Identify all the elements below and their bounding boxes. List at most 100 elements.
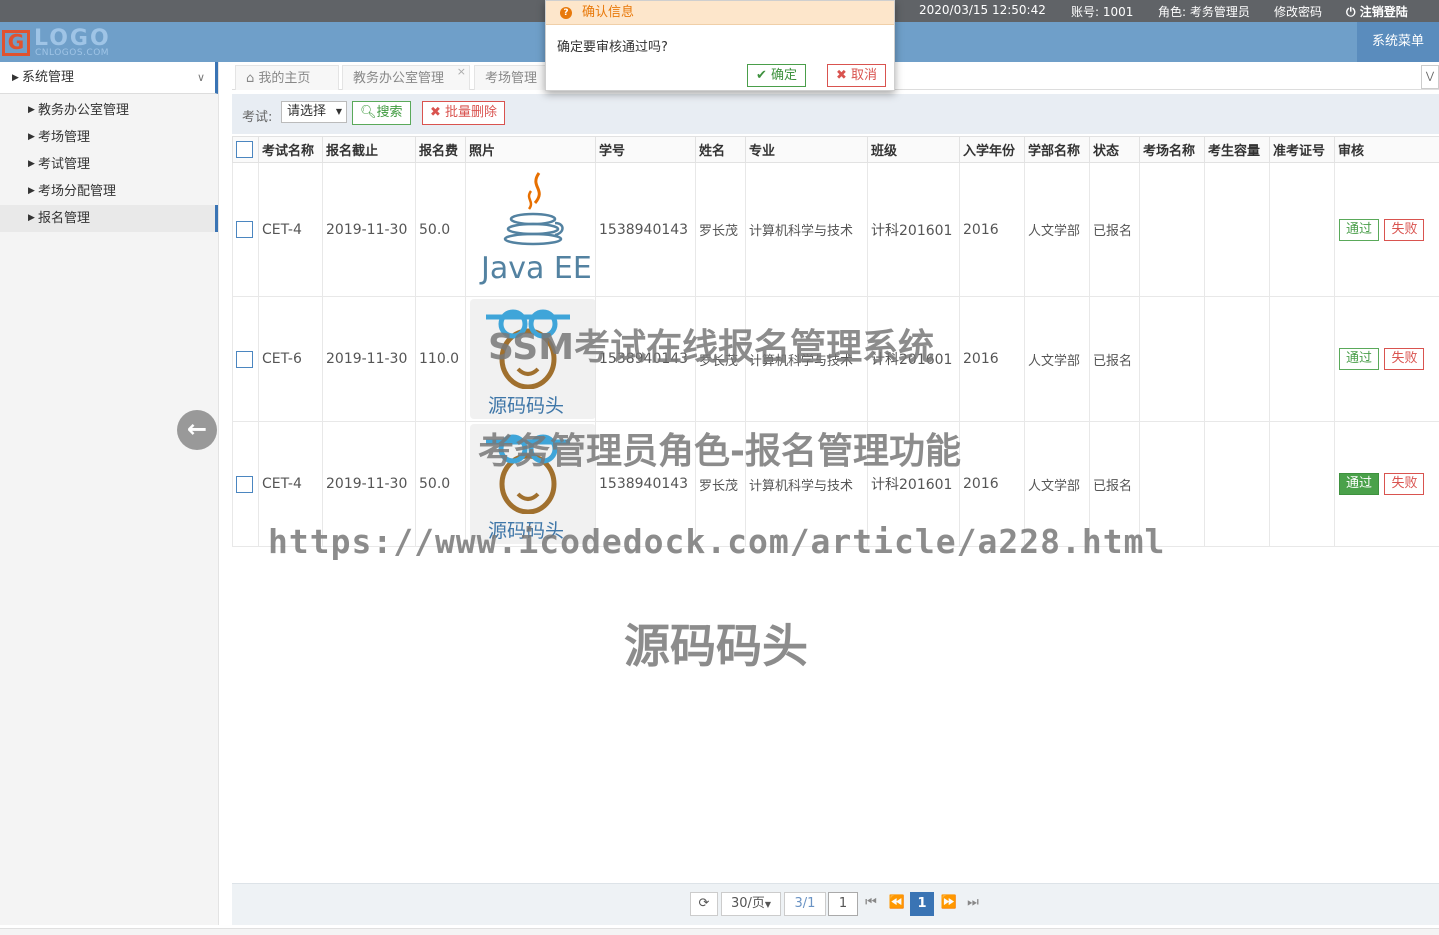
sidebar-item-registration[interactable]: ▶ 报名管理 bbox=[0, 205, 218, 232]
sidebar-item-room-allocation[interactable]: ▶ 考场分配管理 bbox=[0, 178, 218, 205]
column-header[interactable]: 考场名称 bbox=[1139, 136, 1205, 163]
fail-button[interactable]: 失败 bbox=[1384, 473, 1425, 495]
column-header[interactable]: 状态 bbox=[1089, 136, 1140, 163]
tab-menu-button[interactable]: ⋁ bbox=[1421, 65, 1439, 89]
prev-page-icon[interactable]: ⏪ bbox=[886, 892, 908, 916]
dialog-title: 确认信息 bbox=[582, 5, 635, 20]
caret-right-icon: ▶ bbox=[28, 105, 35, 115]
room-cell bbox=[1139, 421, 1205, 547]
first-page-icon[interactable]: ⏮ bbox=[860, 892, 882, 916]
select-all-cell bbox=[232, 136, 259, 163]
column-header[interactable]: 审核 bbox=[1334, 136, 1439, 163]
x-icon: ✖ bbox=[430, 105, 441, 120]
column-header[interactable]: 入学年份 bbox=[959, 136, 1025, 163]
column-header[interactable]: 姓名 bbox=[695, 136, 746, 163]
chevron-down-icon: ∨ bbox=[196, 71, 205, 84]
review-cell: 通过 失败 bbox=[1334, 421, 1439, 547]
name-cell: 罗长茂 bbox=[695, 421, 746, 547]
table-header-row: 考试名称 报名截止 报名费 照片 学号 姓名 专业 班级 入学年份 学部名称 状… bbox=[232, 136, 1439, 163]
confirm-ok-button[interactable]: ✔ 确定 bbox=[747, 64, 807, 87]
sidebar: ▶ 系统管理 ∨ ▶ 教务办公室管理 ▶ 考场管理 ▶ 考试管理 ▶ 考场分配管理 ▶ 报… bbox=[0, 62, 219, 925]
fee-cell: 50.0 bbox=[415, 421, 466, 547]
confirm-cancel-button[interactable]: ✖ 取消 bbox=[827, 64, 887, 87]
caret-right-icon: ▶ bbox=[12, 73, 19, 83]
tab-office[interactable]: 教务办公室管理 × bbox=[342, 65, 470, 90]
photo-cell: 源码码头 bbox=[465, 421, 596, 547]
system-menu-button[interactable]: 系统菜单 bbox=[1357, 22, 1439, 62]
pass-button[interactable]: 通过 bbox=[1339, 348, 1380, 370]
check-icon: ✔ bbox=[756, 68, 767, 83]
row-select-cell bbox=[232, 421, 259, 547]
collapse-sidebar-button[interactable]: ← bbox=[177, 410, 217, 450]
row-checkbox[interactable] bbox=[236, 221, 253, 238]
sidebar-item-office[interactable]: ▶ 教务办公室管理 bbox=[0, 97, 218, 124]
select-all-checkbox[interactable] bbox=[236, 141, 253, 158]
class-cell: 计科201601 bbox=[867, 421, 960, 547]
search-button[interactable]: 🔍︎搜索 bbox=[352, 101, 411, 125]
page-size-value: 30/页 bbox=[730, 896, 765, 911]
status-cell: 已报名 bbox=[1089, 296, 1140, 422]
refresh-button[interactable]: ⟳ bbox=[690, 892, 718, 916]
ticket-cell bbox=[1269, 162, 1335, 297]
photo-caption: 源码码头 bbox=[488, 395, 565, 417]
caret-right-icon: ▶ bbox=[28, 186, 35, 196]
name-cell: 罗长茂 bbox=[695, 162, 746, 297]
footer-strip bbox=[0, 928, 1439, 935]
logo: G LOGO CNLOGOS.COM bbox=[2, 26, 122, 60]
column-header[interactable]: 考试名称 bbox=[258, 136, 323, 163]
row-checkbox[interactable] bbox=[236, 475, 253, 493]
column-header[interactable]: 报名费 bbox=[415, 136, 466, 163]
tab-home[interactable]: ⌂ 我的主页 bbox=[235, 65, 339, 90]
photo-caption: Java EE bbox=[481, 250, 592, 286]
column-header[interactable]: 考生容量 bbox=[1204, 136, 1270, 163]
column-header[interactable]: 学部名称 bbox=[1024, 136, 1090, 163]
tab-exam-room[interactable]: 考场管理 bbox=[474, 65, 550, 90]
ok-label: 确定 bbox=[771, 68, 798, 83]
close-icon[interactable]: × bbox=[457, 59, 466, 84]
search-button-label: 搜索 bbox=[376, 105, 403, 120]
column-header[interactable]: 班级 bbox=[867, 136, 960, 163]
current-page-button[interactable]: 1 bbox=[910, 892, 934, 916]
exam-cell: CET-6 bbox=[258, 296, 323, 422]
row-checkbox[interactable] bbox=[236, 350, 253, 368]
column-header[interactable]: 专业 bbox=[745, 136, 868, 163]
review-cell: 通过 失败 bbox=[1334, 296, 1439, 422]
deadline-cell: 2019-11-30 bbox=[322, 421, 416, 547]
logout-link[interactable]: ⏻ 注销登陆 bbox=[1346, 3, 1408, 20]
exam-select[interactable]: 请选择 ▼ bbox=[281, 101, 347, 123]
cancel-label: 取消 bbox=[851, 68, 878, 83]
sidebar-item-exam-room[interactable]: ▶ 考场管理 bbox=[0, 124, 218, 151]
student-id-cell: 1538940143 bbox=[595, 296, 696, 422]
search-icon: 🔍︎ bbox=[360, 105, 377, 120]
power-icon: ⏻ bbox=[1346, 5, 1356, 19]
column-header[interactable]: 报名截止 bbox=[322, 136, 416, 163]
sidebar-section-system[interactable]: ▶ 系统管理 ∨ bbox=[0, 62, 218, 94]
batch-delete-button[interactable]: ✖ 批量删除 bbox=[422, 101, 506, 125]
change-password-link[interactable]: 修改密码 bbox=[1274, 3, 1322, 20]
pass-button[interactable]: 通过 bbox=[1339, 218, 1380, 241]
column-header[interactable]: 准考证号 bbox=[1269, 136, 1335, 163]
pagination-bar: ⟳ 30/页▼ 3/1 1 ⏮ ⏪ 1 ⏩ ⏭ bbox=[232, 883, 1439, 925]
pass-button[interactable]: 通过 bbox=[1339, 473, 1380, 495]
x-icon: ✖ bbox=[836, 68, 847, 83]
caret-right-icon: ▶ bbox=[28, 213, 35, 223]
ticket-cell bbox=[1269, 296, 1335, 422]
column-header[interactable]: 照片 bbox=[465, 136, 596, 163]
last-page-icon[interactable]: ⏭ bbox=[962, 892, 984, 916]
fail-button[interactable]: 失败 bbox=[1384, 218, 1425, 241]
table-row: CET-4 2019-11-30 50.0 源码码头 1538940143 罗长… bbox=[232, 421, 1439, 547]
column-header[interactable]: 学号 bbox=[595, 136, 696, 163]
java-ee-photo: Java EE bbox=[469, 167, 595, 293]
sidebar-item-exam[interactable]: ▶ 考试管理 bbox=[0, 151, 218, 178]
sidebar-item-label: 考场管理 bbox=[38, 130, 91, 145]
tab-label: 我的主页 bbox=[258, 71, 311, 86]
page-size-select[interactable]: 30/页▼ bbox=[721, 892, 781, 916]
fail-button[interactable]: 失败 bbox=[1384, 348, 1425, 370]
page-number-input[interactable]: 1 bbox=[828, 892, 858, 916]
student-id-cell: 1538940143 bbox=[595, 421, 696, 547]
account-info: 账号: 1001 bbox=[1071, 5, 1134, 19]
major-cell: 计算机科学与技术 bbox=[745, 162, 868, 297]
logo-mark: G bbox=[2, 30, 30, 56]
next-page-icon[interactable]: ⏩ bbox=[938, 892, 960, 916]
photo-caption: 源码码头 bbox=[488, 520, 565, 542]
